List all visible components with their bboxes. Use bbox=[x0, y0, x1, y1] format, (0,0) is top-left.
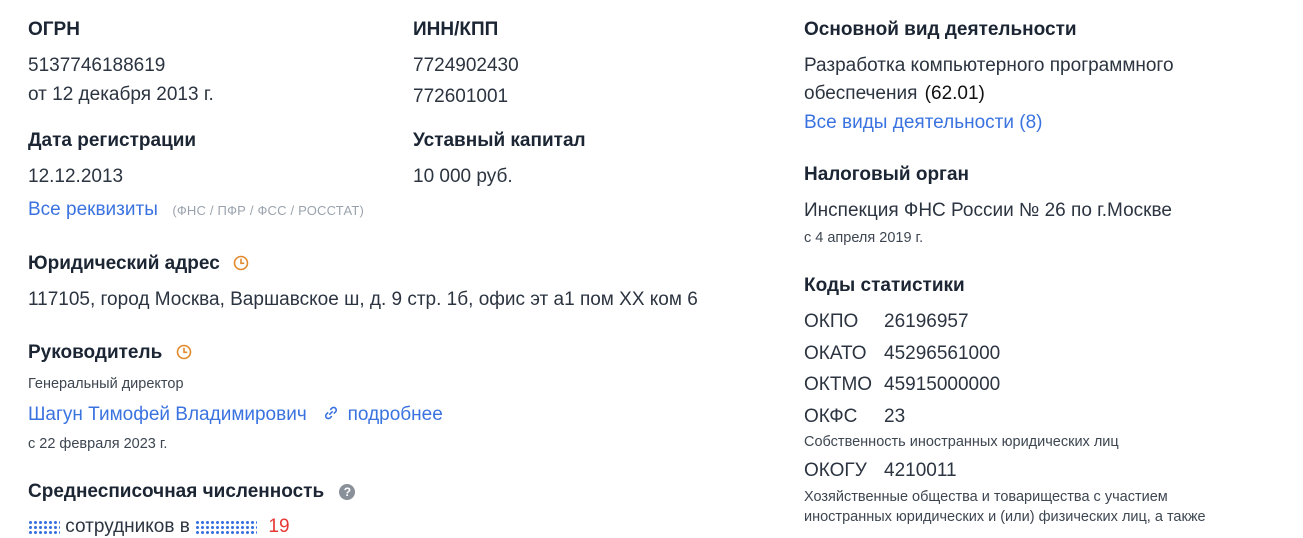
director-heading: Руководитель bbox=[28, 342, 192, 364]
stat-code: ОКОГУ bbox=[804, 460, 867, 481]
history-clock-icon[interactable] bbox=[176, 344, 192, 360]
all-requisites-link[interactable]: Все реквизиты bbox=[28, 199, 158, 220]
history-clock-icon[interactable] bbox=[233, 255, 249, 271]
stat-okfs: ОКФС 23 bbox=[804, 406, 905, 428]
activity-label: Основной вид деятельности bbox=[804, 19, 1077, 40]
requisites-note: (ФНС / ПФР / ФСС / РОССТАТ) bbox=[172, 203, 365, 218]
stat-value: 45915000000 bbox=[884, 374, 1001, 395]
ogrn-value: 5137746188619 bbox=[28, 55, 166, 76]
masked-value bbox=[28, 520, 60, 534]
stat-code: ОКТМО bbox=[804, 374, 873, 395]
link-icon bbox=[323, 405, 339, 421]
stat-okato: ОКАТО 45296561000 bbox=[804, 343, 1000, 365]
address-label: Юридический адрес bbox=[28, 253, 220, 274]
capital-label: Уставный капитал bbox=[413, 130, 586, 151]
all-activities-link[interactable]: Все виды деятельности (8) bbox=[804, 112, 1042, 134]
activity-line2: обеспечения bbox=[804, 83, 918, 104]
stat-value: 26196957 bbox=[884, 311, 969, 332]
stat-oktmo: ОКТМО 45915000000 bbox=[804, 374, 1000, 396]
stats-label: Коды статистики bbox=[804, 275, 965, 296]
stat-code: ОКПО bbox=[804, 311, 859, 332]
kpp-value: 772601001 bbox=[413, 86, 509, 107]
stat-value: 23 bbox=[884, 406, 906, 427]
stat-okpo: ОКПО 26196957 bbox=[804, 311, 969, 333]
director-since: с 22 февраля 2023 г. bbox=[28, 436, 168, 452]
masked-value bbox=[195, 520, 258, 534]
employees-row: сотрудников в 19 bbox=[28, 516, 290, 538]
tax-value: Инспекция ФНС России № 26 по г.Москве bbox=[804, 200, 1172, 221]
inn-value: 7724902430 bbox=[413, 55, 519, 76]
stat-code: ОКАТО bbox=[804, 343, 867, 364]
inn-kpp-label: ИНН/КПП bbox=[413, 19, 499, 40]
okfs-description: Собственность иностранных юридических ли… bbox=[804, 434, 1119, 450]
ogrn-label: ОГРН bbox=[28, 19, 80, 40]
ogrn-date: от 12 декабря 2013 г. bbox=[28, 84, 214, 105]
employees-label: Среднесписочная численность bbox=[28, 481, 325, 502]
registration-value: 12.12.2013 bbox=[28, 166, 124, 187]
stat-value: 4210011 bbox=[884, 460, 957, 481]
capital-value: 10 000 руб. bbox=[413, 166, 513, 187]
director-position: Генеральный директор bbox=[28, 376, 184, 392]
director-label: Руководитель bbox=[28, 342, 163, 363]
okogu-description-1: Хозяйственные общества и товарищества с … bbox=[804, 489, 1168, 505]
address-heading: Юридический адрес bbox=[28, 253, 249, 275]
activity-line1: Разработка компьютерного программного bbox=[804, 55, 1174, 76]
director-more-link[interactable]: подробнее bbox=[348, 404, 443, 425]
director-name-link[interactable]: Шагун Тимофей Владимирович bbox=[28, 404, 307, 425]
tax-label: Налоговый орган bbox=[804, 164, 970, 185]
employees-trailing: 19 bbox=[268, 516, 290, 537]
stat-code: ОКФС bbox=[804, 406, 858, 427]
requisites-row: Все реквизиты (ФНС / ПФР / ФСС / РОССТАТ… bbox=[28, 199, 364, 221]
address-value: 117105, город Москва, Варшавское ш, д. 9… bbox=[28, 289, 698, 310]
activity-code: (62.01) bbox=[924, 83, 985, 104]
help-icon[interactable]: ? bbox=[339, 484, 356, 500]
director-row: Шагун Тимофей Владимирович подробнее bbox=[28, 404, 443, 426]
activity-line2-row: обеспечения (62.01) bbox=[804, 83, 985, 105]
stat-okogu: ОКОГУ 4210011 bbox=[804, 460, 957, 482]
employees-heading: Среднесписочная численность ? bbox=[28, 481, 356, 503]
registration-label: Дата регистрации bbox=[28, 130, 197, 151]
employees-text: сотрудников в bbox=[65, 516, 190, 537]
stat-value: 45296561000 bbox=[884, 343, 1001, 364]
okogu-description-2: иностранных юридических и (или) физическ… bbox=[804, 509, 1206, 525]
tax-since: с 4 апреля 2019 г. bbox=[804, 230, 924, 246]
